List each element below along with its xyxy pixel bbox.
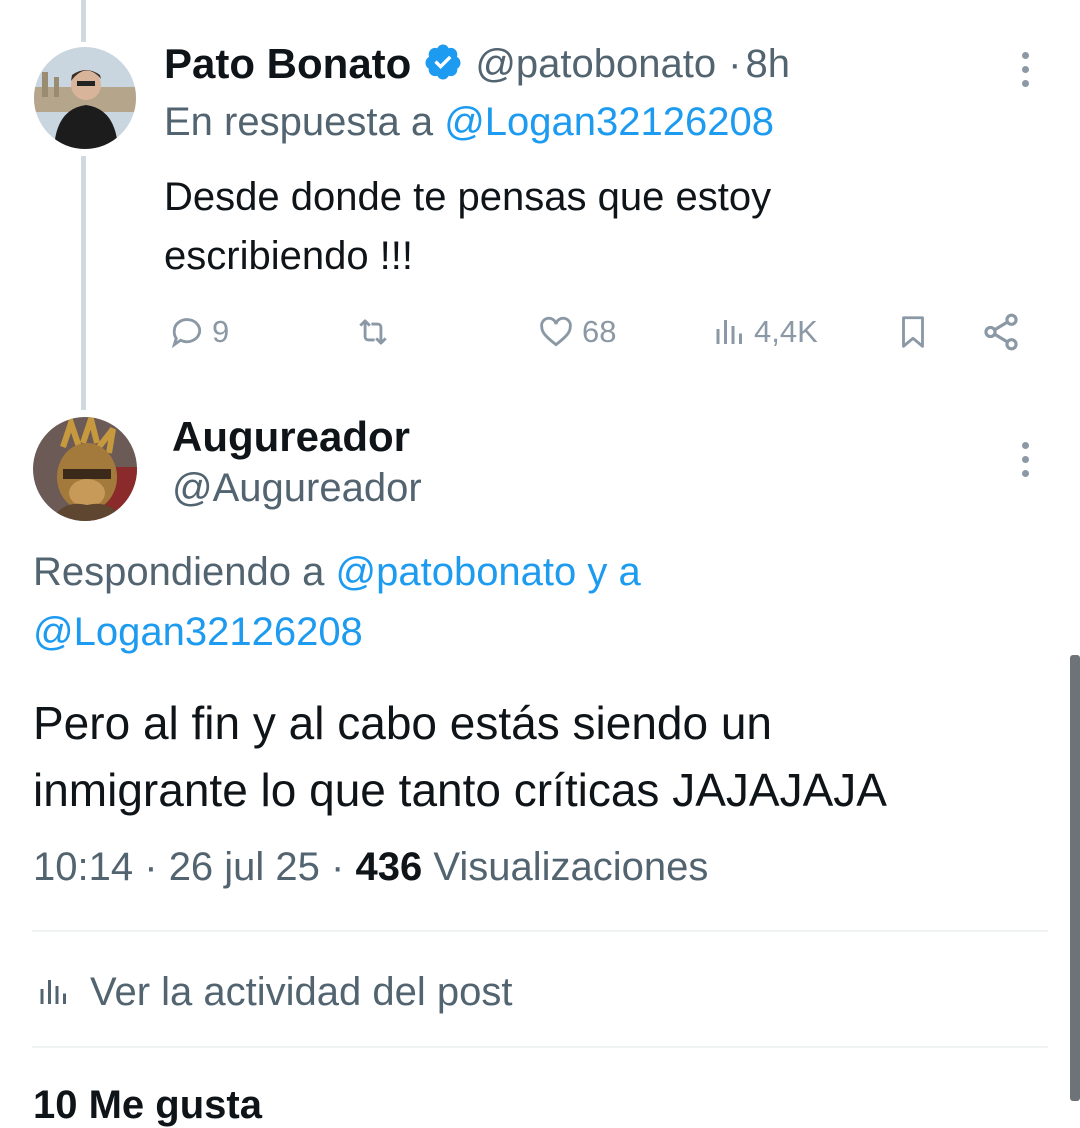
verified-badge-icon <box>423 42 463 87</box>
share-button[interactable] <box>980 310 1022 354</box>
reply-prefix: En respuesta a <box>164 100 434 144</box>
like-count: 68 <box>582 314 617 349</box>
like-button[interactable]: 68 <box>536 310 616 354</box>
reply-mention[interactable]: @Logan32126208 <box>444 100 774 144</box>
post-activity-label: Ver la actividad del post <box>90 969 513 1014</box>
separator: · <box>331 845 345 889</box>
analytics-icon <box>716 320 742 344</box>
tweet-text-line: inmigrante lo que tanto críticas JAJAJAJ… <box>33 764 887 816</box>
reply-prefix: Respondiendo a <box>33 550 325 594</box>
handle[interactable]: @patobonato <box>475 42 716 87</box>
reply-count: 9 <box>212 314 230 349</box>
reply-icon <box>171 318 202 349</box>
tweet-text-line: Pero al fin y al cabo estás siendo un <box>33 697 773 749</box>
display-name[interactable]: Pato Bonato <box>164 40 411 88</box>
timestamp[interactable]: 10:14 <box>33 845 133 889</box>
more-options-icon[interactable] <box>1022 52 1030 87</box>
bookmark-button[interactable] <box>894 310 932 354</box>
reply-mention[interactable]: @patobonato <box>335 550 576 594</box>
avatar[interactable] <box>33 417 137 521</box>
retweet-icon <box>359 319 387 345</box>
reply-button[interactable]: 9 <box>168 310 229 354</box>
tweet-text: Pero al fin y al cabo estás siendo un in… <box>33 690 887 824</box>
share-icon <box>984 313 1018 351</box>
views-count: 4,4K <box>754 314 818 349</box>
reply-conjunction[interactable]: y a <box>587 550 640 594</box>
heart-icon <box>540 316 572 347</box>
thread-line <box>81 156 86 410</box>
tweet-text-line: escribiendo !!! <box>164 234 414 278</box>
bookmark-icon <box>902 316 924 348</box>
post-activity-link[interactable]: Ver la actividad del post <box>36 966 512 1018</box>
divider <box>32 1046 1048 1048</box>
reply-mention[interactable]: @Logan32126208 <box>33 610 363 655</box>
tweet-text: Desde donde te pensas que estoy escribie… <box>164 168 771 286</box>
tweet-meta: 10:14 · 26 jul 25 · 436 Visualizaciones <box>33 845 708 890</box>
analytics-icon <box>40 980 66 1004</box>
likes-stat[interactable]: 10 Me gusta <box>33 1083 262 1128</box>
avatar[interactable] <box>34 47 136 149</box>
views-button[interactable]: 4,4K <box>712 310 818 354</box>
likes-stat-partial: 10 Me gusta <box>33 1083 262 1127</box>
separator: · <box>728 41 742 86</box>
handle[interactable]: @Augureador <box>172 466 422 511</box>
views-label: Visualizaciones <box>433 845 709 889</box>
retweet-button[interactable] <box>352 310 400 354</box>
divider <box>32 930 1048 932</box>
views-count: 436 <box>355 845 423 889</box>
more-options-icon[interactable] <box>1022 442 1030 477</box>
tweet-text-line: Desde donde te pensas que estoy <box>164 175 772 219</box>
thread-line <box>81 0 86 42</box>
timestamp[interactable]: 8h <box>745 42 790 87</box>
scrollbar[interactable] <box>1070 655 1080 1101</box>
date[interactable]: 26 jul 25 <box>169 845 320 889</box>
display-name[interactable]: Augureador <box>172 413 410 461</box>
separator: · <box>144 845 158 889</box>
